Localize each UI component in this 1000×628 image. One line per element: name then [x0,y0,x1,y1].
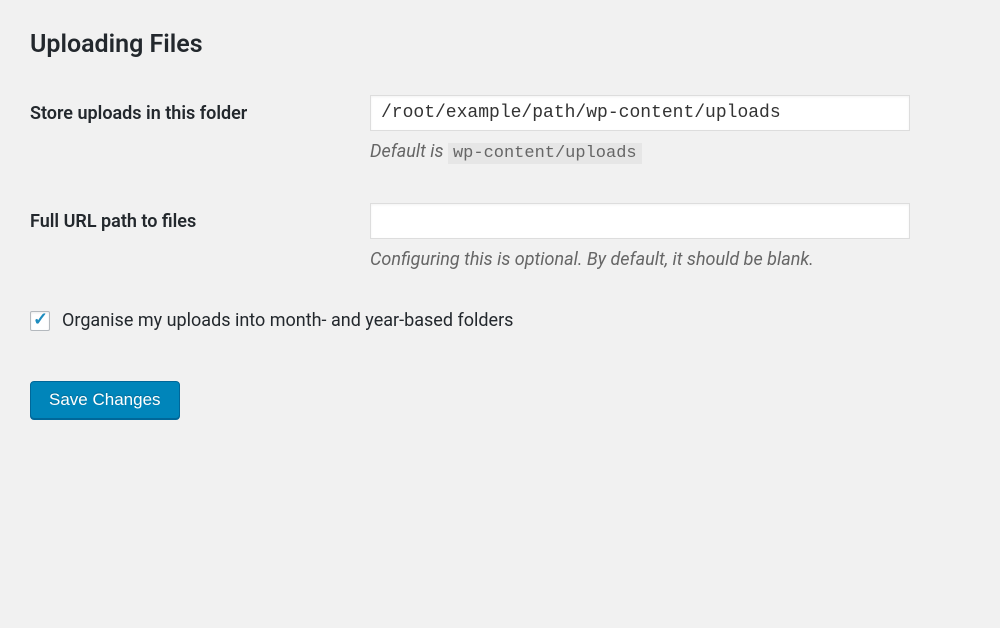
full-url-input[interactable] [370,203,910,239]
organise-row: Organise my uploads into month- and year… [30,310,970,331]
full-url-label: Full URL path to files [30,203,370,232]
save-changes-button[interactable]: Save Changes [30,381,180,419]
full-url-field-wrap: Configuring this is optional. By default… [370,203,970,270]
organise-checkbox[interactable] [30,311,50,331]
full-url-description: Configuring this is optional. By default… [370,249,970,270]
store-uploads-description-prefix: Default is [370,141,448,162]
organise-label[interactable]: Organise my uploads into month- and year… [62,310,513,331]
section-title: Uploading Files [30,30,970,59]
store-uploads-field-wrap: Default is wp-content/uploads [370,95,970,163]
store-uploads-input[interactable] [370,95,910,131]
store-uploads-description-code: wp-content/uploads [448,143,642,164]
store-uploads-description: Default is wp-content/uploads [370,141,970,163]
full-url-row: Full URL path to files Configuring this … [30,203,970,270]
store-uploads-row: Store uploads in this folder Default is … [30,95,970,163]
store-uploads-label: Store uploads in this folder [30,95,370,124]
